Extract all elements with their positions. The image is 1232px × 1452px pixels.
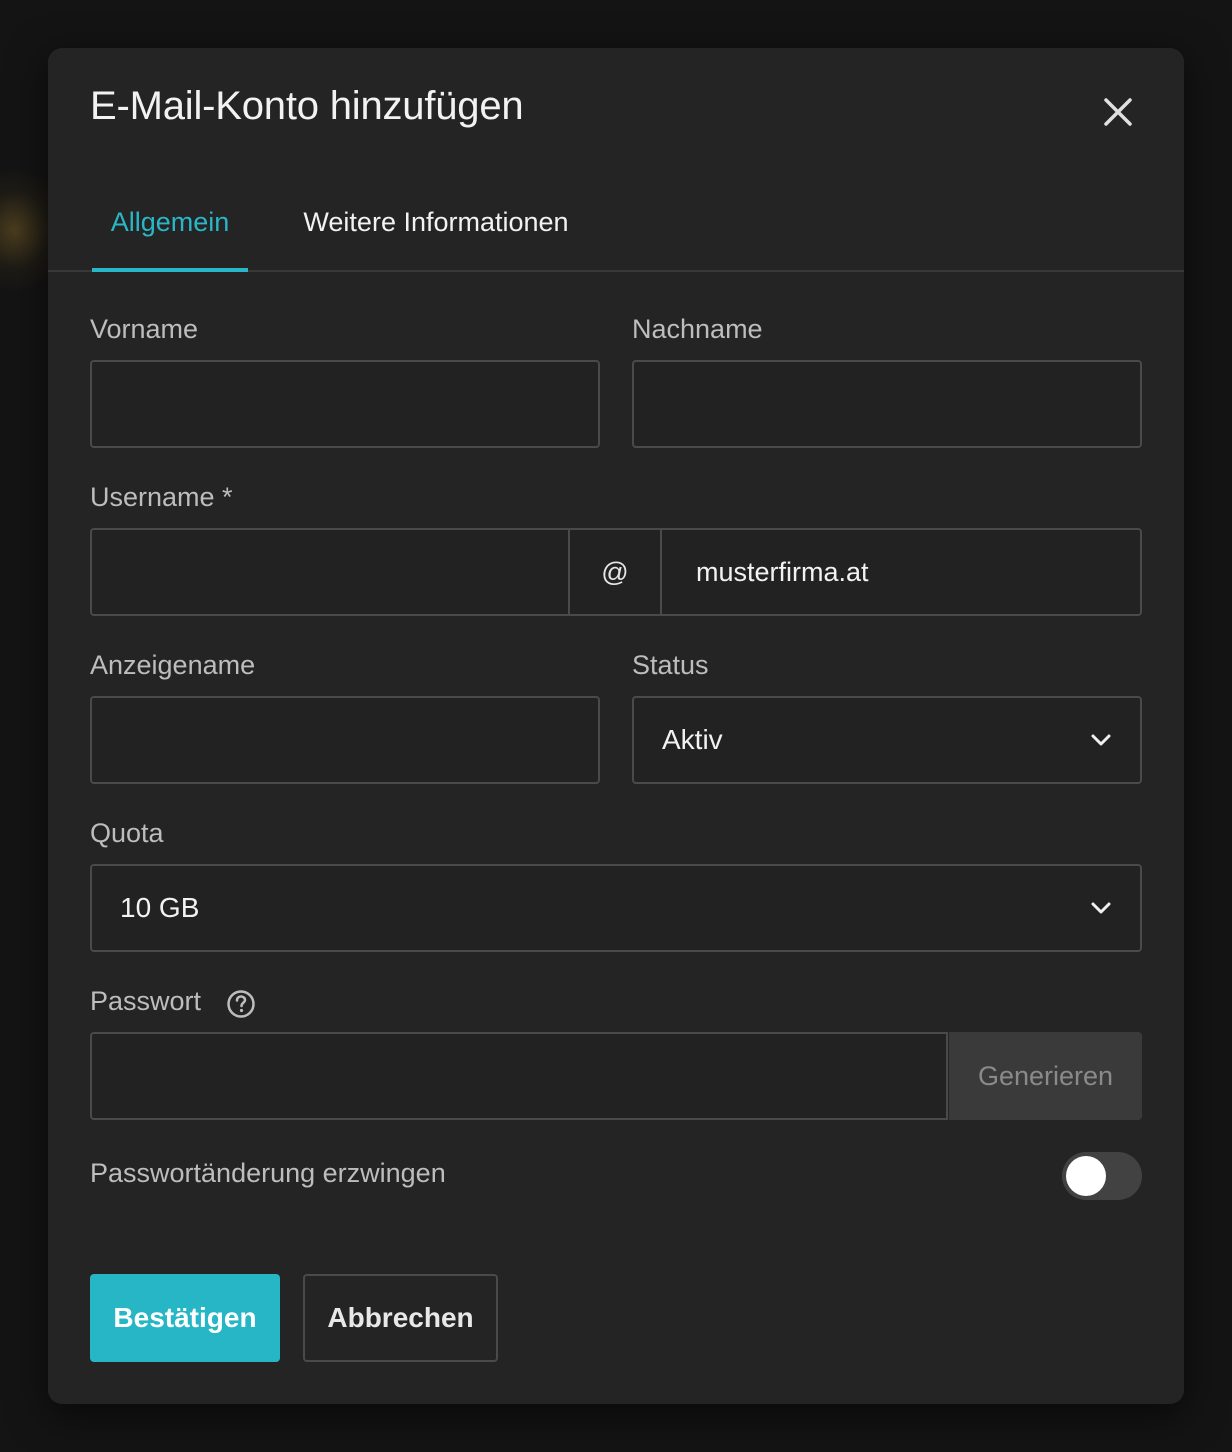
quota-label: Quota [90,818,164,848]
close-button[interactable] [1098,92,1138,132]
at-sign-addon: @ [568,528,662,616]
chevron-down-icon [1091,734,1111,746]
status-label: Status [632,650,709,680]
add-email-account-dialog: E-Mail-Konto hinzufügen Allgemein Weiter… [48,48,1184,1404]
nachname-input[interactable] [632,360,1142,448]
force-change-label: Passwortänderung erzwingen [90,1158,446,1188]
quota-select[interactable]: 10 GB [90,864,1142,952]
force-change-toggle[interactable] [1062,1152,1142,1200]
username-label: Username * [90,482,233,512]
tab-allgemein[interactable]: Allgemein [92,198,248,272]
quota-selected-value: 10 GB [120,892,200,923]
cancel-button[interactable]: Abbrechen [303,1274,498,1362]
at-sign-text: @ [601,556,629,587]
help-circle-icon[interactable] [226,989,256,1019]
username-input[interactable] [90,528,570,616]
toggle-knob [1066,1156,1106,1196]
generate-password-button[interactable]: Generieren [949,1032,1142,1120]
domain-field: musterfirma.at [660,528,1142,616]
tab-bar: Allgemein Weitere Informationen [48,198,1184,272]
dialog-title: E-Mail-Konto hinzufügen [90,84,524,128]
passwort-input[interactable] [90,1032,948,1120]
status-select[interactable]: Aktiv [632,696,1142,784]
tab-weitere-informationen[interactable]: Weitere Informationen [296,198,576,270]
chevron-down-icon [1091,902,1111,914]
anzeigename-label: Anzeigename [90,650,256,680]
close-icon [1104,98,1132,126]
status-selected-value: Aktiv [662,724,723,755]
vorname-label: Vorname [90,314,199,344]
anzeigename-input[interactable] [90,696,600,784]
vorname-input[interactable] [90,360,600,448]
passwort-label: Passwort [90,986,202,1016]
nachname-label: Nachname [632,314,763,344]
confirm-button[interactable]: Bestätigen [90,1274,280,1362]
domain-value: musterfirma.at [696,556,869,587]
